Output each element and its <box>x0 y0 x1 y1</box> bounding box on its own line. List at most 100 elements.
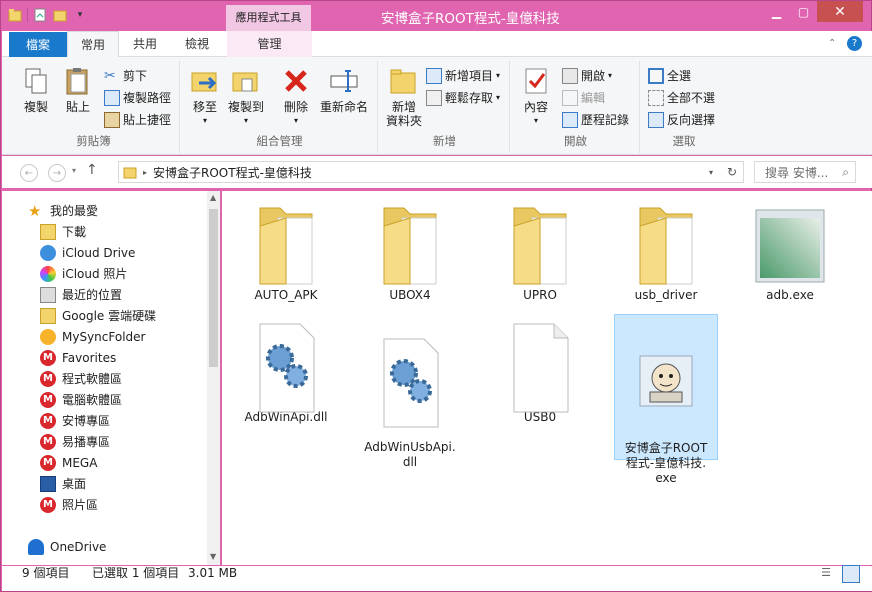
scroll-thumb[interactable] <box>209 209 218 367</box>
new-folder-button[interactable]: 新增 資料夾 <box>382 65 426 128</box>
edit-icon <box>562 89 578 106</box>
maximize-icon[interactable]: ▢ <box>790 1 817 22</box>
file-item-ubox4[interactable]: UBOX4 <box>358 196 462 303</box>
file-item-root-exe[interactable]: 安博盒子ROOT 程式-皇億科技. exe <box>614 314 718 485</box>
nav-item-desktop[interactable]: 桌面 <box>40 473 86 494</box>
collapse-ribbon-icon[interactable]: ⌃ <box>828 38 836 49</box>
cloud-icon <box>40 244 56 261</box>
scroll-down-icon[interactable]: ▼ <box>210 552 216 561</box>
file-item-adbwinapi-dll[interactable]: AdbWinApi.dll <box>234 318 338 425</box>
file-item-adb-exe[interactable]: adb.exe <box>738 196 842 303</box>
minimize-icon[interactable]: ▁ <box>763 1 790 22</box>
nav-item-mysyncfolder[interactable]: MySyncFolder <box>40 326 145 347</box>
folder-icon <box>390 69 416 94</box>
nav-item-label: 安博專區 <box>62 414 111 428</box>
help-icon[interactable]: ? <box>847 36 862 51</box>
nav-item-label: 下載 <box>62 225 87 239</box>
recent-dropdown-icon[interactable]: ▾ <box>72 166 76 175</box>
file-item-adbwinusbapi-dll[interactable]: AdbWinUsbApi. dll <box>358 318 462 485</box>
history-button[interactable]: 歷程記錄 <box>562 111 629 128</box>
nav-onedrive[interactable]: OneDrive <box>28 536 106 557</box>
nav-item-easyplay[interactable]: M 易播專區 <box>40 431 110 452</box>
mega-icon: M <box>40 412 56 429</box>
title-bar: ▾ 應用程式工具 安博盒子ROOT程式-皇億科技 ▁ ▢ ✕ <box>1 1 871 31</box>
open-label: 開啟 <box>581 69 606 83</box>
nav-favorites[interactable]: ★ 我的最愛 <box>28 200 98 221</box>
properties-check-icon <box>525 68 547 94</box>
folder-icon[interactable] <box>7 7 23 23</box>
organize-group-label: 組合管理 <box>256 134 303 148</box>
file-item-usb0[interactable]: USB0 <box>488 318 592 425</box>
tab-share[interactable]: 共用 <box>120 31 170 57</box>
nav-item-label: 易播專區 <box>62 435 111 449</box>
nav-item-label: iCloud Drive <box>62 245 136 260</box>
properties-icon[interactable] <box>32 7 48 23</box>
copy-to-button[interactable]: 複製到 ▾ <box>226 65 266 128</box>
nav-item-software[interactable]: M 程式軟體區 <box>40 368 122 389</box>
file-item-upro[interactable]: UPRO <box>488 196 592 303</box>
refresh-icon[interactable]: ↻ <box>727 165 737 179</box>
nav-item-icloud-photos[interactable]: iCloud 照片 <box>40 263 127 284</box>
tab-home[interactable]: 常用 <box>67 31 119 58</box>
nav-scrollbar[interactable]: ▲ ▼ <box>207 191 220 565</box>
new-item-button[interactable]: 新增項目 ▾ <box>426 67 500 84</box>
new-folder-icon[interactable] <box>52 7 68 23</box>
breadcrumb-chevron-icon[interactable]: ▸ <box>143 168 147 177</box>
select-none-button[interactable]: 全部不選 <box>648 89 715 106</box>
file-item-usb-driver[interactable]: usb_driver <box>614 196 718 303</box>
address-bar[interactable]: ▸ 安博盒子ROOT程式-皇億科技 ▾ ↻ <box>118 161 744 183</box>
select-all-button[interactable]: 全選 <box>648 67 691 84</box>
delete-button[interactable]: 刪除 ▾ <box>276 65 316 128</box>
forward-icon[interactable]: → <box>48 164 66 182</box>
nav-item-anbo[interactable]: M 安博專區 <box>40 410 110 431</box>
status-bar: 9 個項目 已選取 1 個項目 3.01 MB ☰ <box>2 565 872 591</box>
tab-view[interactable]: 檢視 <box>172 31 222 57</box>
back-icon[interactable]: ← <box>20 164 38 182</box>
nav-item-google-drive[interactable]: Google 雲端硬碟 <box>40 305 156 326</box>
nav-item-label: 最近的位置 <box>62 288 123 302</box>
tab-manage[interactable]: 管理 <box>227 31 312 57</box>
address-dropdown-icon[interactable]: ▾ <box>709 168 713 177</box>
nav-item-recent[interactable]: 最近的位置 <box>40 284 122 305</box>
cut-button[interactable]: ✂ 剪下 <box>104 67 147 84</box>
navigation-pane: ★ 我的最愛 下載 iCloud Drive iCloud 照片 最近的位置 Go… <box>2 191 220 565</box>
edit-button[interactable]: 編輯 <box>562 89 605 106</box>
copy-path-button[interactable]: 複製路徑 <box>104 89 171 106</box>
customize-dropdown-icon[interactable]: ▾ <box>72 7 88 23</box>
paste-shortcut-button[interactable]: 貼上捷徑 <box>104 111 171 128</box>
copy-button[interactable]: 複製 <box>16 65 56 114</box>
nav-item-pc-software[interactable]: M 電腦軟體區 <box>40 389 122 410</box>
invert-selection-button[interactable]: 反向選擇 <box>648 111 715 128</box>
search-input[interactable]: 搜尋 安博... ⌕ <box>754 161 856 183</box>
folder-icon <box>246 196 326 285</box>
close-icon[interactable]: ✕ <box>817 1 863 22</box>
tab-file[interactable]: 檔案 <box>9 32 67 57</box>
mega-icon: M <box>40 454 56 471</box>
open-button[interactable]: 開啟 ▾ <box>562 67 612 84</box>
file-item-auto-apk[interactable]: AUTO_APK <box>234 196 338 303</box>
history-label: 歷程記錄 <box>581 113 630 127</box>
nav-item-mega[interactable]: M MEGA <box>40 452 97 473</box>
rename-button[interactable]: 重新命名 <box>316 65 372 114</box>
scroll-up-icon[interactable]: ▲ <box>210 193 216 202</box>
status-selected: 已選取 1 個項目 <box>92 566 180 580</box>
details-view-icon[interactable]: ☰ <box>818 566 834 582</box>
sync-icon <box>40 328 56 345</box>
history-icon <box>562 111 578 128</box>
breadcrumb[interactable]: 安博盒子ROOT程式-皇億科技 <box>153 164 312 181</box>
properties-button[interactable]: 內容 ▾ <box>516 65 556 128</box>
ribbon: 複製 貼上 ✂ 剪下 複製路徑 貼上捷徑 剪貼簿 移至▾ 複製到▾ 刪除▾ <box>2 57 872 155</box>
nav-item-downloads[interactable]: 下載 <box>40 221 86 242</box>
nav-item-photos[interactable]: M 照片區 <box>40 494 98 515</box>
move-to-button[interactable]: 移至 ▾ <box>186 65 224 128</box>
nav-item-icloud-drive[interactable]: iCloud Drive <box>40 242 135 263</box>
copy-path-icon <box>104 89 120 106</box>
select-none-label: 全部不選 <box>667 91 716 105</box>
up-icon[interactable]: ↑ <box>86 162 98 178</box>
delete-icon <box>285 70 307 92</box>
nav-item-favorites-mega[interactable]: M Favorites <box>40 347 116 368</box>
large-icons-view-icon[interactable] <box>842 565 860 583</box>
paste-button[interactable]: 貼上 <box>58 65 98 114</box>
copy-path-label: 複製路徑 <box>123 91 172 105</box>
easy-access-button[interactable]: 輕鬆存取 ▾ <box>426 89 500 106</box>
